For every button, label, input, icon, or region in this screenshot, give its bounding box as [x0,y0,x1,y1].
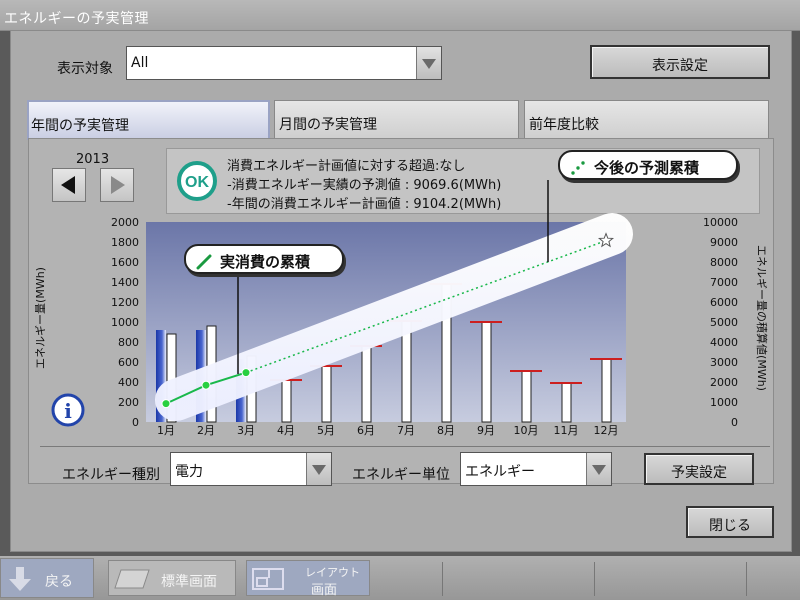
y-tick-label: 2000 [111,216,139,229]
energy-type-select[interactable]: 電力 [170,452,332,486]
y-tick-label: 1800 [111,236,139,249]
layout-label-2: 画面 [311,583,338,598]
y2-tick-label: 10000 [703,216,738,229]
energy-unit-value: エネルギー [465,464,535,480]
x-tick-label: 10月 [514,424,539,437]
x-axis-labels: 1月 2月 3月 4月 5月 6月 7月 8月 9月 10月 11月 12月 [157,424,619,437]
chevron-down-icon[interactable] [306,453,331,485]
y-tick-label: 400 [118,376,139,389]
arrow-down-icon [9,567,31,591]
y2-axis-title: エネルギー量の積算値(MWh) [755,245,769,391]
y-tick-label: 200 [118,396,139,409]
plan-bar [321,365,332,423]
plan-bar [361,345,372,423]
y-tick-label: 600 [118,356,139,369]
x-tick-label: 4月 [277,424,295,437]
back-button[interactable]: 戻る [0,558,94,598]
energy-chart: 0 200 400 600 800 1000 1200 1400 1600 1800 2000 0 1… [34,180,769,437]
y2-tick-label: 5000 [710,316,738,329]
forecast-callout: 今後の予測累積 [558,150,738,180]
actual-callout-label: 実消費の累積 [220,253,311,271]
actual-callout: 実消費の累積 [184,244,344,274]
y2-axis-ticks: 0 1000 2000 3000 4000 5000 6000 7000 8000 9000 100… [703,216,738,429]
divider [40,446,770,447]
dotted-line-icon [571,161,585,175]
x-tick-label: 8月 [437,424,455,437]
y-tick-label: 1200 [111,296,139,309]
y-axis-title: エネルギー量(MWh) [34,267,47,369]
x-tick-label: 12月 [594,424,619,437]
x-tick-label: 11月 [554,424,579,437]
energy-unit-select[interactable]: エネルギー [460,452,612,486]
layout-icon [252,568,284,590]
forecast-callout-label: 今後の予測累積 [594,159,700,177]
standard-screen-label: 標準画面 [161,574,217,590]
plan-bar [561,382,572,423]
chevron-down-icon[interactable] [586,453,611,485]
x-tick-label: 7月 [397,424,415,437]
y2-tick-label: 4000 [710,336,738,349]
y2-tick-label: 0 [731,416,738,429]
y-axis-ticks: 0 200 400 600 800 1000 1200 1400 1600 1800 2000 [111,216,139,429]
x-tick-label: 3月 [237,424,255,437]
layout-screen-button[interactable]: レイアウト 画面 [246,560,370,598]
y2-tick-label: 6000 [710,296,738,309]
y2-tick-label: 8000 [710,256,738,269]
y-tick-label: 0 [132,416,139,429]
taskbar-separator [746,562,747,596]
plan-bar [401,320,412,423]
layout-label-1: レイアウト [305,566,360,579]
back-label: 戻る [45,574,73,590]
plan-bar [601,358,612,423]
y-tick-label: 1400 [111,276,139,289]
taskbar-separator [594,562,595,596]
x-tick-label: 2月 [197,424,215,437]
plan-settings-button[interactable]: 予実設定 [644,453,754,485]
y-tick-label: 800 [118,336,139,349]
y-tick-label: 1000 [111,316,139,329]
plan-bar [481,321,492,423]
screen-icon [114,569,150,589]
cumulative-actual-point [201,380,211,390]
y2-tick-label: 3000 [710,356,738,369]
y-tick-label: 1600 [111,256,139,269]
y2-tick-label: 7000 [710,276,738,289]
close-button[interactable]: 閉じる [686,506,774,538]
cumulative-actual-point [241,368,251,378]
y2-tick-label: 1000 [710,396,738,409]
energy-type-label: エネルギー種別 [62,467,160,483]
plan-bar [521,370,532,423]
cumulative-actual-point [161,399,171,409]
x-tick-label: 1月 [157,424,175,437]
x-tick-label: 9月 [477,424,495,437]
x-tick-label: 5月 [317,424,335,437]
energy-unit-label: エネルギー単位 [352,467,450,483]
taskbar-separator [442,562,443,596]
y2-tick-label: 9000 [710,236,738,249]
energy-type-value: 電力 [175,464,203,480]
info-icon-glyph: i [64,399,72,423]
solid-line-icon [196,254,212,270]
standard-screen-button[interactable]: 標準画面 [108,560,236,596]
y2-tick-label: 2000 [710,376,738,389]
x-tick-label: 6月 [357,424,375,437]
plan-bar [281,379,292,423]
